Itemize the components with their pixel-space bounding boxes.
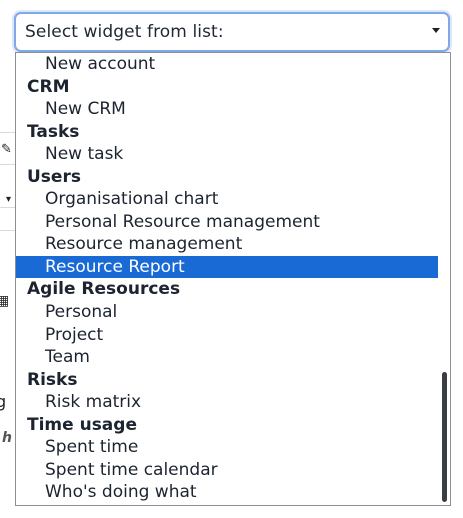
option-item[interactable]: Spent time calendar	[16, 459, 438, 482]
option-item[interactable]: Personal	[16, 301, 438, 324]
option-item[interactable]: Resource management	[16, 233, 438, 256]
widget-dropdown-list[interactable]: New account CRM New CRM Tasks New task Users O…	[15, 52, 451, 506]
calendar-icon[interactable]: ▦	[0, 293, 9, 309]
divider	[0, 230, 16, 231]
background-page: ✎ ▾ ▦ g h	[0, 52, 16, 518]
option-item-selected[interactable]: Resource Report	[16, 255, 438, 279]
option-group-label: Tasks	[27, 121, 80, 142]
option-item[interactable]: Organisational chart	[16, 188, 438, 211]
option-group-label: Time usage	[27, 414, 137, 435]
scrollbar[interactable]	[438, 53, 450, 505]
divider	[0, 207, 16, 208]
option-group-label: CRM	[27, 76, 70, 97]
option-item[interactable]: Spent time	[16, 436, 438, 459]
chevron-down-icon[interactable]: ▾	[6, 192, 11, 208]
option-item[interactable]: New task	[16, 143, 438, 166]
scrollbar-thumb[interactable]	[442, 372, 447, 502]
divider	[0, 164, 16, 165]
divider	[0, 132, 16, 133]
option-item[interactable]: Team	[16, 346, 438, 369]
option-item[interactable]: Personal Resource management	[16, 211, 438, 234]
background-text-fragment: h	[2, 430, 12, 446]
option-item[interactable]: Who's doing what	[16, 481, 438, 504]
option-item[interactable]: Project	[16, 324, 438, 347]
pencil-icon[interactable]: ✎	[1, 142, 12, 158]
option-list: New account CRM New CRM Tasks New task Users O…	[16, 53, 438, 504]
option-item[interactable]: New CRM	[16, 98, 438, 121]
option-group-label: Users	[27, 166, 81, 187]
background-text-fragment: g	[0, 392, 7, 411]
option-group-label: Agile Resources	[27, 279, 181, 300]
select-placeholder: Select widget from list:	[25, 22, 224, 42]
page: ✎ ▾ ▦ g h Select widget from list: New a…	[0, 0, 463, 518]
widget-select[interactable]: Select widget from list:	[14, 12, 450, 52]
chevron-down-icon[interactable]	[432, 28, 440, 33]
option-item[interactable]: New account	[16, 53, 438, 76]
option-item[interactable]: Risk matrix	[16, 391, 438, 414]
option-group-label: Risks	[27, 369, 78, 390]
